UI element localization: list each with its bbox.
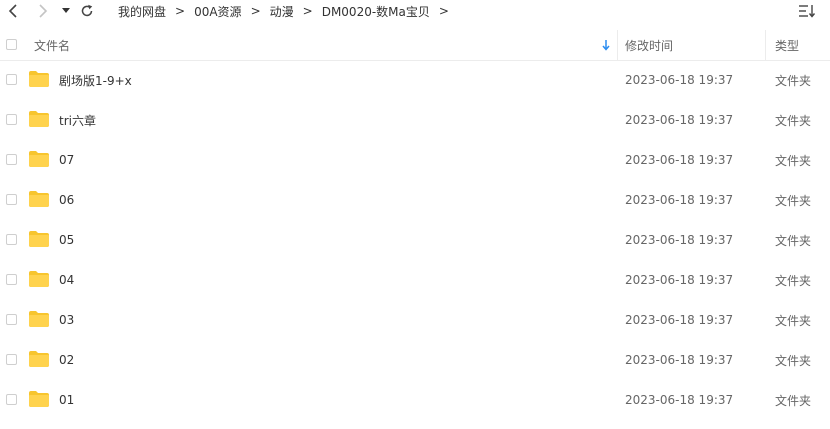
- modified-time: 2023-06-18 19:37: [625, 393, 734, 407]
- row-checkbox[interactable]: [6, 394, 17, 405]
- folder-icon: [29, 71, 49, 87]
- column-divider[interactable]: [617, 30, 618, 60]
- sort-list-icon: [799, 5, 816, 18]
- file-row[interactable]: 剧场版1-9+x 2023-06-18 19:37 文件夹: [0, 60, 830, 100]
- row-checkbox[interactable]: [6, 274, 17, 285]
- folder-icon: [29, 271, 49, 287]
- file-type: 文件夹: [775, 113, 812, 128]
- folder-icon: [29, 191, 49, 207]
- modified-time: 2023-06-18 19:37: [625, 153, 734, 167]
- file-type: 文件夹: [775, 393, 812, 408]
- breadcrumb-item-anime[interactable]: 动漫: [270, 3, 294, 20]
- file-list-header: 文件名 修改时间 类型: [0, 30, 830, 61]
- chevron-left-icon: [8, 4, 17, 18]
- breadcrumb-item-current[interactable]: DM0020-数Ma宝贝: [322, 3, 430, 20]
- sort-options-button[interactable]: [798, 2, 816, 20]
- row-checkbox[interactable]: [6, 354, 17, 365]
- file-row[interactable]: 04 2023-06-18 19:37 文件夹: [0, 260, 830, 300]
- file-row[interactable]: tri六章 2023-06-18 19:37 文件夹: [0, 100, 830, 140]
- folder-icon: [29, 231, 49, 247]
- breadcrumb-separator: >: [302, 4, 313, 18]
- file-row[interactable]: 01 2023-06-18 19:37 文件夹: [0, 380, 830, 420]
- breadcrumb-item-resources[interactable]: 00A资源: [194, 3, 241, 20]
- file-name[interactable]: 02: [59, 340, 74, 380]
- folder-icon: [29, 151, 49, 167]
- sort-down-arrow-icon[interactable]: [601, 39, 611, 51]
- folder-icon: [29, 351, 49, 367]
- refresh-button[interactable]: [76, 0, 98, 22]
- refresh-icon: [81, 4, 93, 17]
- modified-time: 2023-06-18 19:37: [625, 353, 734, 367]
- row-checkbox[interactable]: [6, 154, 17, 165]
- file-type: 文件夹: [775, 233, 812, 248]
- chevron-right-icon: [39, 4, 48, 18]
- row-checkbox[interactable]: [6, 114, 17, 125]
- file-row[interactable]: 02 2023-06-18 19:37 文件夹: [0, 340, 830, 380]
- row-checkbox[interactable]: [6, 74, 17, 85]
- file-type: 文件夹: [775, 273, 812, 288]
- toolbar: 我的网盘 > 00A资源 > 动漫 > DM0020-数Ma宝贝 >: [0, 0, 830, 22]
- modified-time: 2023-06-18 19:37: [625, 273, 734, 287]
- file-type: 文件夹: [775, 193, 812, 208]
- file-row[interactable]: 07 2023-06-18 19:37 文件夹: [0, 140, 830, 180]
- file-list: 剧场版1-9+x 2023-06-18 19:37 文件夹 tri六章 2023-06-…: [0, 60, 830, 420]
- file-row[interactable]: 06 2023-06-18 19:37 文件夹: [0, 180, 830, 220]
- modified-time: 2023-06-18 19:37: [625, 313, 734, 327]
- file-name[interactable]: 05: [59, 220, 74, 260]
- row-checkbox[interactable]: [6, 194, 17, 205]
- modified-time: 2023-06-18 19:37: [625, 113, 734, 127]
- file-name[interactable]: 剧场版1-9+x: [59, 60, 132, 100]
- file-name[interactable]: 06: [59, 180, 74, 220]
- file-name[interactable]: 03: [59, 300, 74, 340]
- row-checkbox[interactable]: [6, 314, 17, 325]
- file-type: 文件夹: [775, 153, 812, 168]
- column-divider[interactable]: [765, 30, 766, 60]
- back-button[interactable]: [2, 0, 24, 22]
- modified-time: 2023-06-18 19:37: [625, 233, 734, 247]
- column-header-name[interactable]: 文件名: [34, 30, 70, 60]
- file-type: 文件夹: [775, 313, 812, 328]
- folder-icon: [29, 311, 49, 327]
- file-name[interactable]: tri六章: [59, 100, 96, 140]
- file-row[interactable]: 05 2023-06-18 19:37 文件夹: [0, 220, 830, 260]
- breadcrumb: 我的网盘 > 00A资源 > 动漫 > DM0020-数Ma宝贝 >: [118, 0, 458, 22]
- modified-time: 2023-06-18 19:37: [625, 73, 734, 87]
- breadcrumb-separator: >: [175, 4, 186, 18]
- breadcrumb-item-root[interactable]: 我的网盘: [118, 3, 166, 20]
- modified-time: 2023-06-18 19:37: [625, 193, 734, 207]
- folder-icon: [29, 111, 49, 127]
- file-row[interactable]: 03 2023-06-18 19:37 文件夹: [0, 300, 830, 340]
- select-all-checkbox[interactable]: [6, 39, 17, 50]
- file-name[interactable]: 01: [59, 380, 74, 420]
- file-type: 文件夹: [775, 353, 812, 368]
- file-type: 文件夹: [775, 73, 812, 88]
- forward-button[interactable]: [32, 0, 54, 22]
- column-header-modified-time[interactable]: 修改时间: [625, 30, 673, 60]
- breadcrumb-separator: >: [250, 4, 261, 18]
- file-name[interactable]: 04: [59, 260, 74, 300]
- row-checkbox[interactable]: [6, 234, 17, 245]
- column-header-type[interactable]: 类型: [775, 30, 799, 60]
- folder-icon: [29, 391, 49, 407]
- breadcrumb-separator[interactable]: >: [439, 4, 449, 18]
- file-name[interactable]: 07: [59, 140, 74, 180]
- caret-down-icon: [62, 8, 70, 13]
- history-dropdown-button[interactable]: [58, 0, 74, 22]
